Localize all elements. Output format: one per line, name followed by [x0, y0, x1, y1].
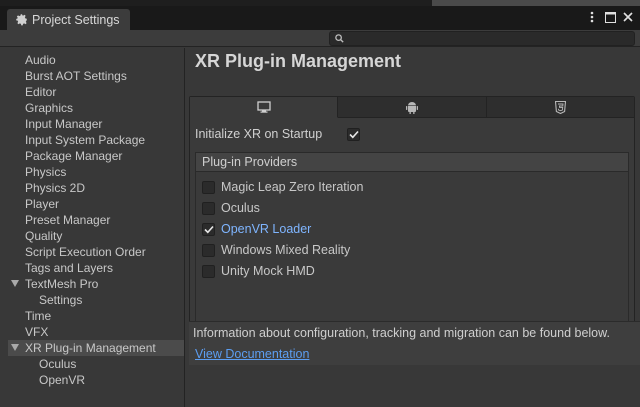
expand-arrow-icon[interactable]	[11, 280, 19, 287]
provider-checkbox[interactable]	[202, 222, 215, 236]
provider-label: Windows Mixed Reality	[221, 243, 351, 257]
provider-unity-mock-hmd: Unity Mock HMD	[202, 263, 315, 279]
provider-windows-mixed-reality: Windows Mixed Reality	[202, 242, 350, 258]
settings-main-panel: XR Plug-in Management Initialize XR on S…	[185, 48, 640, 407]
plugin-providers-group: Plug-in Providers Magic Leap Zero Iterat…	[195, 152, 629, 334]
initialize-xr-row: Initialize XR on Startup	[195, 126, 625, 142]
provider-label: OpenVR Loader	[221, 222, 312, 236]
sidebar-item-physics[interactable]: Physics	[8, 164, 184, 180]
sidebar-item-input-system-package[interactable]: Input System Package	[8, 132, 184, 148]
search-icon	[335, 34, 344, 43]
html5-icon	[554, 100, 566, 114]
sidebar-item-script-execution-order[interactable]: Script Execution Order	[8, 244, 184, 260]
platform-tabs	[190, 97, 634, 118]
sidebar-item-input-manager[interactable]: Input Manager	[8, 116, 184, 132]
settings-sidebar: Audio Burst AOT Settings Editor Graphics…	[8, 48, 184, 407]
sidebar-item-graphics[interactable]: Graphics	[8, 100, 184, 116]
search-input[interactable]	[329, 31, 635, 46]
provider-oculus: Oculus	[202, 200, 260, 216]
sidebar-item-package-manager[interactable]: Package Manager	[8, 148, 184, 164]
close-icon[interactable]	[622, 10, 634, 24]
tab-webgl[interactable]	[486, 97, 634, 118]
project-settings-tab[interactable]: Project Settings	[7, 9, 130, 30]
sidebar-item-player[interactable]: Player	[8, 196, 184, 212]
expand-arrow-icon[interactable]	[11, 344, 19, 351]
sidebar-item-oculus[interactable]: Oculus	[8, 356, 184, 372]
info-text: Information about configuration, trackin…	[193, 326, 610, 340]
sidebar-item-textmesh-settings[interactable]: Settings	[8, 292, 184, 308]
sidebar-item-editor[interactable]: Editor	[8, 84, 184, 100]
view-documentation-link[interactable]: View Documentation	[195, 347, 309, 361]
desktop-icon	[257, 101, 271, 113]
checkmark-icon	[203, 225, 214, 233]
sidebar-item-time[interactable]: Time	[8, 308, 184, 324]
info-box: Information about configuration, trackin…	[189, 321, 640, 365]
sidebar-item-textmesh-pro[interactable]: TextMesh Pro	[8, 276, 184, 292]
page-title: XR Plug-in Management	[195, 51, 402, 71]
provider-label: Magic Leap Zero Iteration	[221, 180, 364, 194]
provider-checkbox[interactable]	[202, 201, 215, 215]
maximize-icon[interactable]	[604, 10, 616, 24]
plugin-providers-header: Plug-in Providers	[196, 153, 628, 172]
tab-title: Project Settings	[32, 12, 120, 27]
sidebar-item-preset-manager[interactable]: Preset Manager	[8, 212, 184, 228]
sidebar-item-physics-2d[interactable]: Physics 2D	[8, 180, 184, 196]
provider-magic-leap-zero-iteration: Magic Leap Zero Iteration	[202, 179, 363, 195]
search-row	[0, 30, 640, 47]
sidebar-item-openvr[interactable]: OpenVR	[8, 372, 184, 388]
xr-settings-panel: Initialize XR on Startup Plug-in Provide…	[189, 96, 635, 358]
provider-checkbox[interactable]	[202, 180, 215, 194]
provider-openvr-loader: OpenVR Loader	[202, 221, 311, 237]
window-tab-bar: Project Settings	[0, 6, 640, 30]
provider-checkbox[interactable]	[202, 264, 215, 278]
android-icon	[405, 101, 418, 114]
provider-checkbox[interactable]	[202, 243, 215, 257]
sidebar-item-tags-and-layers[interactable]: Tags and Layers	[8, 260, 184, 276]
tab-standalone[interactable]	[190, 97, 339, 118]
sidebar-item-audio[interactable]: Audio	[8, 52, 184, 68]
tab-android[interactable]	[338, 97, 487, 118]
provider-label: Unity Mock HMD	[221, 264, 315, 278]
initialize-xr-checkbox[interactable]	[347, 127, 360, 141]
initialize-xr-label: Initialize XR on Startup	[195, 127, 323, 141]
sidebar-item-quality[interactable]: Quality	[8, 228, 184, 244]
sidebar-item-burst-aot-settings[interactable]: Burst AOT Settings	[8, 68, 184, 84]
gear-icon	[14, 13, 28, 27]
sidebar-item-vfx[interactable]: VFX	[8, 324, 184, 340]
sidebar-item-xr-plugin-management[interactable]: XR Plug-in Management	[8, 340, 184, 356]
provider-label: Oculus	[221, 201, 260, 215]
more-options-icon[interactable]	[586, 10, 598, 24]
checkmark-icon	[348, 130, 359, 138]
